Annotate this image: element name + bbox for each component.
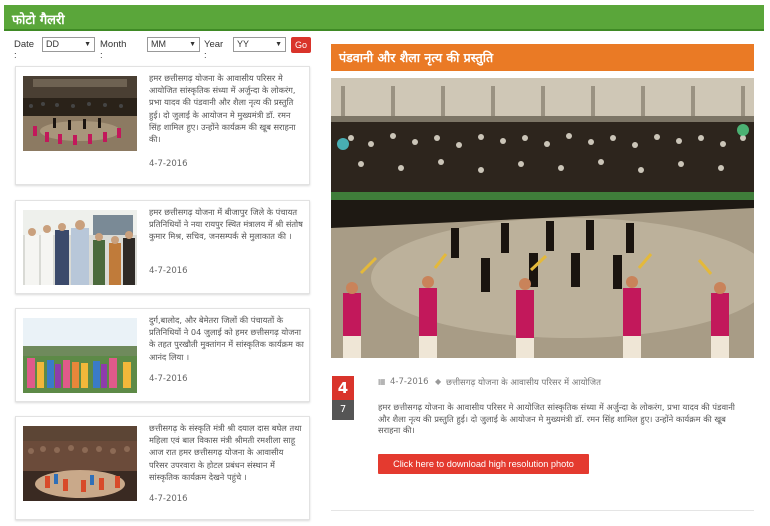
date-select-value: DD (46, 39, 59, 49)
gallery-date: 4-7-2016 (149, 159, 188, 169)
gallery-caption[interactable]: हमर छत्तीसगढ़ योजना के आवासीय परिसर मे आ… (149, 72, 304, 145)
date-select[interactable]: DD ▼ (42, 37, 95, 52)
feature-month-badge: 7 (332, 400, 354, 420)
month-label: Month : (100, 39, 127, 61)
year-label: Year : (204, 39, 224, 61)
chevron-down-icon: ▼ (275, 41, 282, 48)
feature-description: हमर छत्तीसगढ़ योजना के आवासीय परिसर मे आ… (378, 402, 735, 435)
feature-title: पंडवानी और शैला नृत्य की प्रस्तुति (339, 50, 494, 65)
feature-title-bar: पंडवानी और शैला नृत्य की प्रस्तुति (331, 44, 754, 71)
gallery-card[interactable]: हमर छत्तीसगढ़ योजना के आवासीय परिसर मे आ… (15, 66, 310, 185)
gallery-card[interactable]: दुर्ग,बालोद, और बेमेतरा जिलों की पंचायतो… (15, 308, 310, 402)
feature-date: 4-7-2016 (390, 377, 429, 387)
gallery-caption[interactable]: दुर्ग,बालोद, और बेमेतरा जिलों की पंचायतो… (149, 314, 304, 363)
gallery-card[interactable]: हमर छत्तीसगढ़ योजना में बीजापुर जिले के … (15, 200, 310, 294)
feature-photo[interactable] (331, 78, 754, 358)
gallery-thumbnail[interactable] (23, 426, 137, 501)
go-button[interactable]: Go (291, 37, 311, 53)
feature-day-badge: 4 (332, 376, 354, 400)
gallery-date: 4-7-2016 (149, 494, 188, 504)
gallery-caption[interactable]: छत्तीसगढ़ के संस्कृति मंत्री श्री दयाल द… (149, 422, 304, 483)
month-select-value: MM (151, 39, 166, 49)
calendar-icon: ▦ (378, 377, 386, 386)
download-photo-button[interactable]: Click here to download high resolution p… (378, 454, 589, 474)
month-select[interactable]: MM ▼ (147, 37, 200, 52)
gallery-date: 4-7-2016 (149, 374, 188, 384)
feature-category[interactable]: छत्तीसगढ़ योजना के आवासीय परिसर में आयोज… (446, 377, 601, 388)
year-select[interactable]: YY ▼ (233, 37, 286, 52)
gallery-header: फोटो गैलरी (4, 5, 764, 31)
gallery-thumbnail[interactable] (23, 210, 137, 285)
gallery-caption[interactable]: हमर छत्तीसगढ़ योजना में बीजापुर जिले के … (149, 206, 304, 243)
date-label: Date : (14, 39, 35, 61)
gallery-card[interactable]: छत्तीसगढ़ के संस्कृति मंत्री श्री दयाल द… (15, 416, 310, 520)
chevron-down-icon: ▼ (84, 41, 91, 48)
gallery-thumbnail[interactable] (23, 318, 137, 393)
page-title: फोटो गैलरी (12, 13, 65, 28)
gallery-thumbnail[interactable] (23, 76, 137, 151)
year-select-value: YY (237, 39, 250, 49)
tag-icon: ◆ (435, 377, 442, 386)
gallery-date: 4-7-2016 (149, 266, 188, 276)
divider (331, 510, 754, 511)
chevron-down-icon: ▼ (189, 41, 196, 48)
